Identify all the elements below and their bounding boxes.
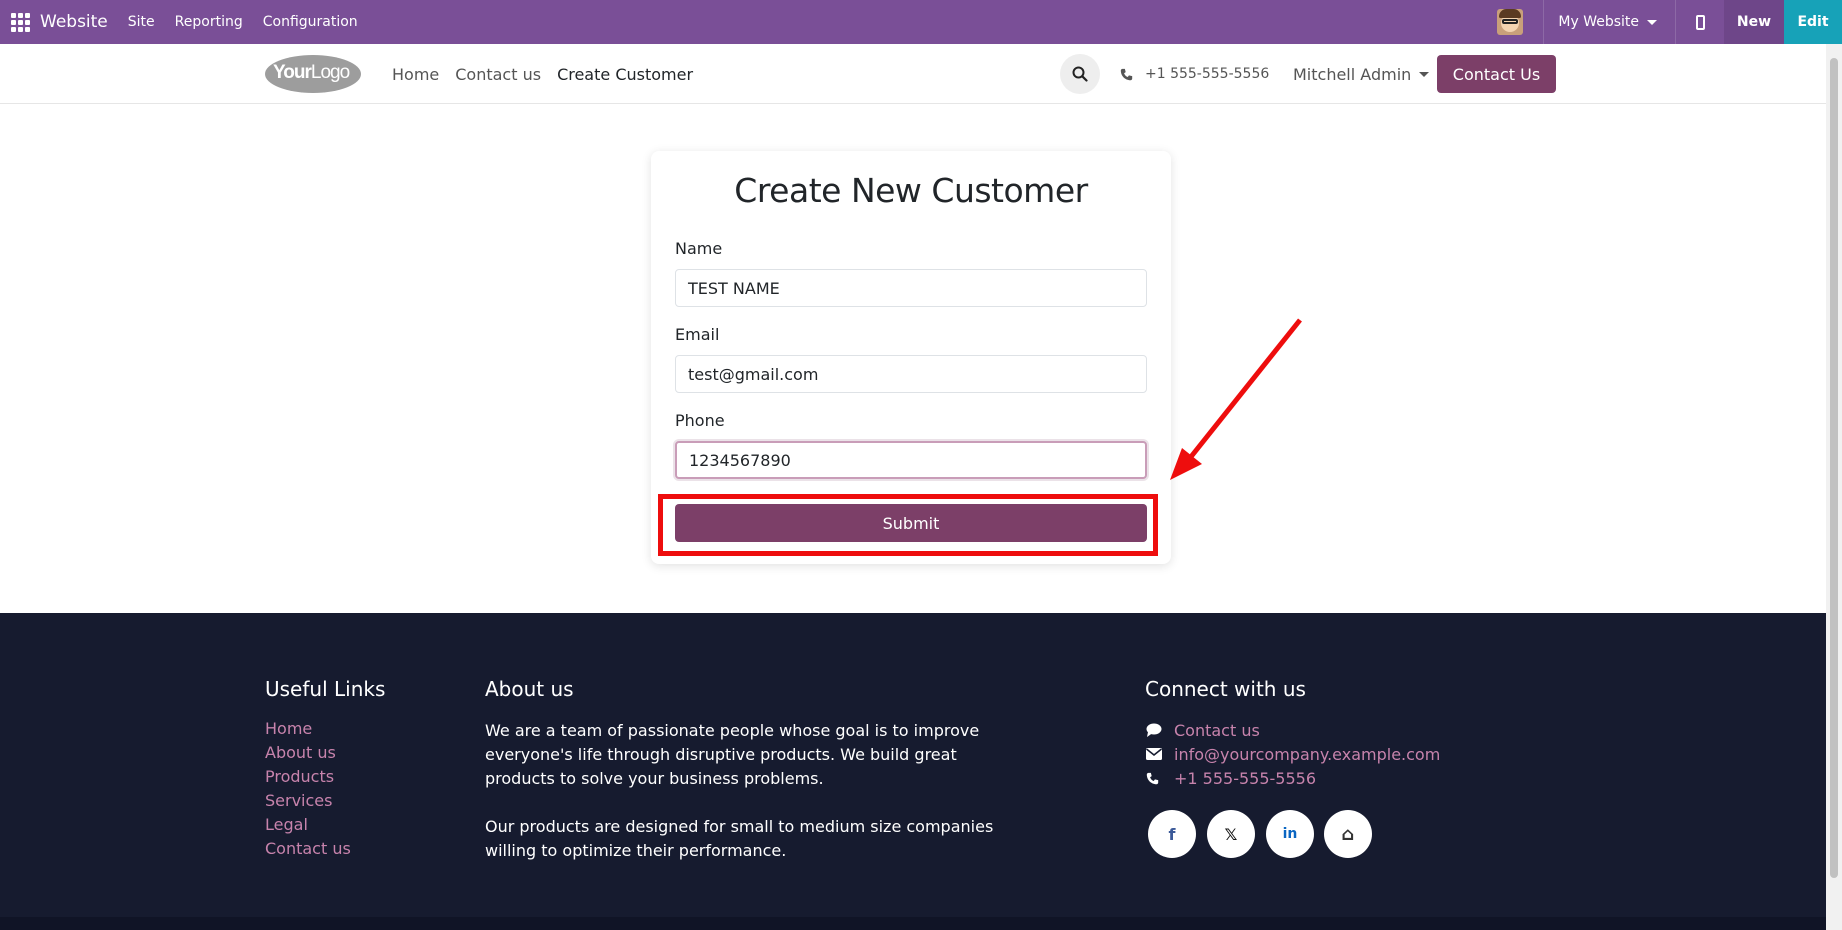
mobile-preview-button[interactable]	[1676, 0, 1724, 44]
footer-link-legal[interactable]: Legal	[265, 815, 308, 834]
connect-contact-row[interactable]: Contact us	[1146, 718, 1260, 742]
phone-input[interactable]: 1234567890	[675, 441, 1147, 479]
admin-topbar: Website Site Reporting Configuration My …	[0, 0, 1842, 44]
connect-phone-number: +1 555-555-5556	[1174, 768, 1317, 788]
footer-link-about[interactable]: About us	[265, 743, 336, 762]
about-paragraph-2: Our products are designed for small to m…	[485, 817, 994, 860]
website-selector-label: My Website	[1558, 14, 1639, 30]
annotation-arrow	[1170, 318, 1302, 480]
footer-link-services[interactable]: Services	[265, 791, 332, 810]
about-paragraph-1: We are a team of passionate people whose…	[485, 721, 980, 788]
comment-icon	[1146, 723, 1174, 737]
site-logo[interactable]: YourLogo	[265, 55, 361, 93]
page-scrollbar[interactable]	[1826, 44, 1842, 930]
new-button[interactable]: New	[1724, 0, 1784, 44]
footer-bottom-bar	[0, 917, 1826, 930]
facebook-icon[interactable]: f	[1148, 810, 1196, 858]
nav-contact-us[interactable]: Contact us	[455, 65, 541, 84]
user-name: Mitchell Admin	[1293, 64, 1412, 84]
footer-link-home[interactable]: Home	[265, 719, 312, 738]
connect-title: Connect with us	[1145, 677, 1306, 701]
email-input[interactable]: test@gmail.com	[675, 355, 1147, 393]
email-label: Email	[675, 325, 720, 344]
connect-contact-link: Contact us	[1174, 720, 1260, 740]
menu-site[interactable]: Site	[128, 14, 155, 30]
header-phone[interactable]: +1 555-555-5556	[1120, 44, 1269, 104]
footer-link-contact[interactable]: Contact us	[265, 839, 351, 858]
mobile-icon	[1695, 14, 1705, 30]
connect-phone-row[interactable]: +1 555-555-5556	[1146, 766, 1316, 790]
topbar-right: My Website New Edit	[1497, 0, 1842, 44]
contact-us-button[interactable]: Contact Us	[1437, 55, 1556, 93]
menu-configuration[interactable]: Configuration	[263, 14, 358, 30]
site-footer: Useful Links Home About us Products Serv…	[0, 613, 1826, 930]
app-name[interactable]: Website	[40, 12, 108, 32]
search-icon	[1072, 66, 1088, 82]
highlight-box	[658, 494, 1158, 556]
user-account-menu[interactable]: Mitchell Admin	[1293, 44, 1430, 104]
chevron-down-icon	[1647, 19, 1657, 25]
about-title: About us	[485, 677, 574, 701]
phone-icon	[1146, 772, 1174, 785]
main-nav: Home Contact us Create Customer	[392, 44, 709, 104]
name-label: Name	[675, 239, 723, 258]
scrollbar-thumb[interactable]	[1830, 58, 1838, 878]
user-avatar[interactable]	[1497, 9, 1524, 35]
linkedin-icon[interactable]: in	[1266, 810, 1314, 858]
connect-email-link: info@yourcompany.example.com	[1174, 744, 1441, 764]
apps-menu-icon[interactable]	[0, 0, 40, 44]
x-twitter-icon[interactable]: 𝕏	[1207, 810, 1255, 858]
nav-home[interactable]: Home	[392, 65, 439, 84]
connect-email-row[interactable]: info@yourcompany.example.com	[1146, 742, 1440, 766]
footer-link-products[interactable]: Products	[265, 767, 334, 786]
form-title: Create New Customer	[734, 171, 1088, 210]
phone-icon	[1120, 68, 1133, 80]
phone-label: Phone	[675, 411, 725, 430]
header-phone-number: +1 555-555-5556	[1145, 66, 1270, 82]
menu-reporting[interactable]: Reporting	[175, 14, 243, 30]
home-icon[interactable]: ⌂	[1324, 810, 1372, 858]
search-button[interactable]	[1060, 54, 1100, 94]
site-header: YourLogo Home Contact us Create Customer…	[0, 44, 1826, 104]
envelope-icon	[1146, 748, 1174, 760]
name-input[interactable]: TEST NAME	[675, 269, 1147, 307]
chevron-down-icon	[1419, 71, 1430, 77]
useful-links-title: Useful Links	[265, 677, 386, 701]
edit-button[interactable]: Edit	[1784, 0, 1842, 44]
nav-create-customer[interactable]: Create Customer	[557, 65, 693, 84]
website-selector[interactable]: My Website	[1544, 0, 1675, 44]
